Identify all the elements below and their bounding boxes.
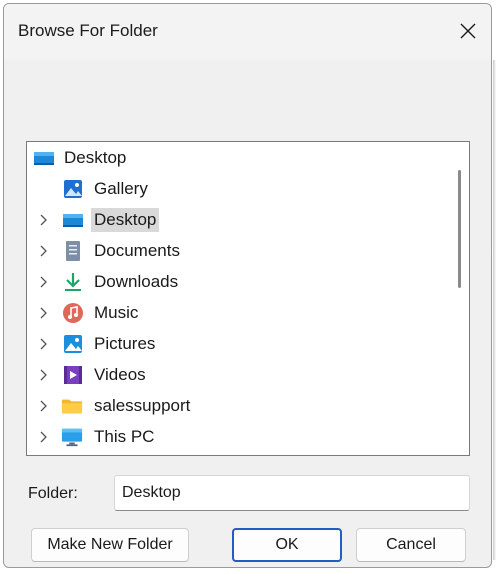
tree-item-label: This PC: [94, 427, 155, 446]
expand-chevron-icon[interactable]: [37, 361, 49, 389]
desktop-icon: [62, 209, 84, 231]
documents-icon: [62, 240, 84, 262]
expand-chevron-icon[interactable]: [37, 206, 49, 234]
tree-item-documents[interactable]: Documents: [27, 237, 447, 265]
window-edge-shadow: [493, 60, 496, 560]
browse-for-folder-dialog: Browse For Folder Desktop Gallery Deskto…: [3, 3, 492, 568]
close-icon: [460, 23, 476, 39]
expand-chevron-icon[interactable]: [37, 237, 49, 265]
tree-item-gallery[interactable]: Gallery: [27, 175, 447, 203]
music-icon: [62, 302, 84, 324]
tree-item-this-pc[interactable]: This PC: [27, 423, 447, 451]
this-pc-icon: [61, 426, 83, 448]
cancel-button[interactable]: Cancel: [356, 528, 466, 562]
close-button[interactable]: [451, 14, 485, 48]
tree-item-label: Pictures: [94, 334, 156, 353]
tree-item-label: Downloads: [94, 272, 179, 291]
tree-item-label: Videos: [94, 365, 146, 384]
title-bar: Browse For Folder: [4, 4, 491, 60]
tree-item-desktop[interactable]: Desktop: [27, 206, 447, 234]
tree-item-videos[interactable]: Videos: [27, 361, 447, 389]
gallery-icon: [62, 178, 84, 200]
tree-item-label: Documents: [94, 241, 180, 260]
pictures-icon: [62, 333, 84, 355]
tree-root-label: Desktop: [64, 148, 127, 167]
tree-item-label-selected: Desktop: [91, 208, 160, 232]
tree-root-desktop[interactable]: Desktop: [27, 144, 447, 172]
tree-item-label: salessupport: [94, 396, 191, 415]
expand-chevron-icon[interactable]: [37, 423, 49, 451]
expand-chevron-icon[interactable]: [37, 330, 49, 358]
folder-tree[interactable]: Desktop Gallery Desktop Documents Downlo…: [26, 141, 470, 456]
expand-chevron-icon[interactable]: [37, 299, 49, 327]
tree-item-pictures[interactable]: Pictures: [27, 330, 447, 358]
downloads-icon: [62, 271, 84, 293]
folder-label: Folder:: [28, 485, 78, 502]
desktop-icon: [33, 147, 55, 169]
tree-item-salessupport[interactable]: salessupport: [27, 392, 447, 420]
make-new-folder-button[interactable]: Make New Folder: [31, 528, 189, 562]
tree-item-label: Music: [94, 303, 139, 322]
folder-name-input[interactable]: [114, 475, 470, 511]
tree-item-downloads[interactable]: Downloads: [27, 268, 447, 296]
expand-chevron-icon[interactable]: [37, 268, 49, 296]
vertical-scrollbar[interactable]: [458, 170, 461, 288]
videos-icon: [62, 364, 84, 386]
tree-item-label: Gallery: [94, 179, 148, 198]
folder-icon: [61, 395, 83, 417]
ok-button[interactable]: OK: [232, 528, 342, 562]
expand-chevron-icon[interactable]: [37, 392, 49, 420]
dialog-title: Browse For Folder: [18, 21, 158, 40]
tree-item-music[interactable]: Music: [27, 299, 447, 327]
